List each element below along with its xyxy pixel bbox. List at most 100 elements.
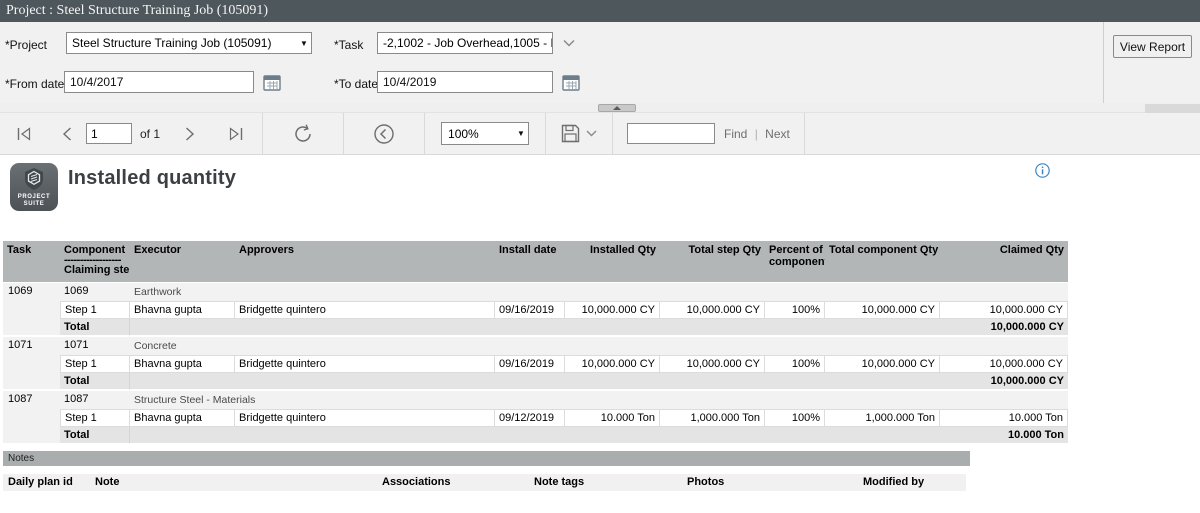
task-label: *Task [334, 38, 363, 52]
project-select-value: Steel Structure Training Job (105091) [67, 36, 297, 50]
parameter-splitter-bar [0, 103, 1200, 113]
total-step-qty-cell: 10,000.000 CY [660, 355, 765, 373]
next-link[interactable]: Next [765, 127, 790, 141]
project-select[interactable]: Steel Structure Training Job (105091) ▼ [66, 32, 312, 54]
installed-qty-cell: 10,000.000 CY [565, 355, 660, 373]
select-caret-icon: ▼ [514, 129, 528, 138]
previous-page-button[interactable] [48, 113, 86, 155]
next-page-button[interactable] [170, 113, 210, 155]
from-date-input[interactable] [64, 71, 254, 93]
executor-cell: Bhavna gupta [130, 355, 235, 373]
collapse-parameters-button[interactable] [598, 104, 636, 112]
approvers-cell: Bridgette quintero [235, 355, 495, 373]
total-component-qty-cell: 10,000.000 CY [825, 355, 940, 373]
project-suite-logo: PROJECT SUITE [10, 163, 58, 211]
header-total-component-qty: Total component Qty [825, 241, 940, 282]
claimed-qty-cell: 10,000.000 CY [940, 301, 1068, 319]
project-title-bar: Project : Steel Structure Training Job (… [0, 0, 1200, 22]
component-cell: 1071 [60, 337, 130, 355]
table-group-1087: 1087 1087 Structure Steel - Materials St… [3, 391, 1068, 444]
install-date-cell: 09/16/2019 [495, 301, 565, 319]
note-header: Note [95, 476, 119, 488]
total-component-qty-cell: 10,000.000 CY [825, 301, 940, 319]
total-label-cell: Total [60, 373, 130, 390]
executor-cell: Bhavna gupta [130, 409, 235, 427]
total-component-qty-cell: 1,000.000 Ton [825, 409, 940, 427]
approvers-cell: Bridgette quintero [235, 409, 495, 427]
to-date-label: *To date [334, 77, 378, 91]
install-date-cell: 09/16/2019 [495, 355, 565, 373]
header-percent-of-component: Percent of component [765, 241, 825, 282]
find-link[interactable]: Find [724, 127, 747, 141]
installed-qty-cell: 10,000.000 CY [565, 301, 660, 319]
find-next-divider: | [755, 127, 758, 141]
search-input[interactable] [627, 123, 715, 144]
header-total-step-qty: Total step Qty [660, 241, 765, 282]
total-fill-cell [130, 373, 940, 390]
notes-section-header: Notes [3, 451, 970, 466]
parameter-divider [1103, 22, 1104, 103]
report-content: PROJECT SUITE Installed quantity Task Co… [0, 156, 1200, 513]
component-cell: 1087 [60, 391, 130, 409]
task-multiselect-value: -2,1002 - Job Overhead,1005 - Ere [378, 36, 552, 50]
component-name-cell: Concrete [130, 337, 1068, 355]
refresh-button[interactable] [263, 113, 343, 155]
logo-text-line2: SUITE [18, 201, 51, 208]
select-caret-icon: ▼ [297, 39, 311, 48]
from-date-calendar-icon[interactable] [261, 72, 283, 92]
total-label-cell: Total [60, 319, 130, 336]
claimed-qty-cell: 10,000.000 CY [940, 355, 1068, 373]
header-task: Task [3, 241, 60, 282]
hexagon-emblem-icon [22, 167, 46, 191]
report-title: Installed quantity [68, 167, 236, 190]
chevron-down-icon[interactable] [560, 32, 578, 54]
toolbar-separator [612, 113, 613, 155]
task-multiselect[interactable]: -2,1002 - Job Overhead,1005 - Ere [377, 32, 553, 54]
info-icon[interactable] [1035, 163, 1050, 178]
report-viewer-window: Project : Steel Structure Training Job (… [0, 0, 1200, 513]
table-group-1069: 1069 1069 Earthwork Step 1 Bhavna gupta … [3, 283, 1068, 336]
last-page-button[interactable] [210, 113, 262, 155]
to-date-input[interactable] [377, 71, 553, 93]
total-fill-cell [130, 319, 940, 336]
export-save-button[interactable] [546, 113, 612, 155]
total-step-qty-cell: 10,000.000 CY [660, 301, 765, 319]
daily-plan-id-header: Daily plan id [8, 476, 73, 488]
to-date-calendar-icon[interactable] [560, 72, 582, 92]
step-cell: Step 1 [60, 301, 130, 319]
page-count-label: of 1 [140, 127, 160, 141]
project-label: *Project [5, 38, 47, 52]
quantity-table-header: Task Component ------------------ Claimi… [3, 241, 1068, 282]
header-approvers: Approvers [235, 241, 495, 282]
logo-text-line1: PROJECT [18, 194, 51, 201]
step-cell: Step 1 [60, 355, 130, 373]
back-to-parent-button[interactable] [344, 113, 424, 155]
chevron-down-icon [586, 130, 597, 137]
header-install-date: Install date [495, 241, 565, 282]
zoom-select[interactable]: 100% ▼ [441, 122, 529, 145]
view-report-button[interactable]: View Report [1113, 35, 1192, 58]
header-claimed-qty: Claimed Qty [940, 241, 1068, 282]
executor-cell: Bhavna gupta [130, 301, 235, 319]
step-cell: Step 1 [60, 409, 130, 427]
report-toolbar: of 1 100% ▼ [0, 113, 1200, 155]
total-claimed-cell: 10,000.000 CY [940, 319, 1068, 336]
table-group-1071: 1071 1071 Concrete Step 1 Bhavna gupta B… [3, 337, 1068, 390]
percent-cell: 100% [765, 355, 825, 373]
task-cell: 1071 [3, 337, 60, 390]
install-date-cell: 09/12/2019 [495, 409, 565, 427]
total-label-cell: Total [60, 427, 130, 444]
total-fill-cell [130, 427, 940, 444]
page-number-input[interactable] [86, 123, 132, 144]
percent-cell: 100% [765, 409, 825, 427]
zoom-select-value: 100% [442, 127, 514, 141]
toolbar-separator [804, 113, 805, 155]
component-name-cell: Structure Steel - Materials [130, 391, 1068, 409]
task-cell: 1087 [3, 391, 60, 444]
header-executor: Executor [130, 241, 235, 282]
first-page-button[interactable] [0, 113, 48, 155]
approvers-cell: Bridgette quintero [235, 301, 495, 319]
associations-header: Associations [382, 476, 450, 488]
total-claimed-cell: 10.000 Ton [940, 427, 1068, 444]
collapse-arrow-icon [613, 106, 621, 110]
